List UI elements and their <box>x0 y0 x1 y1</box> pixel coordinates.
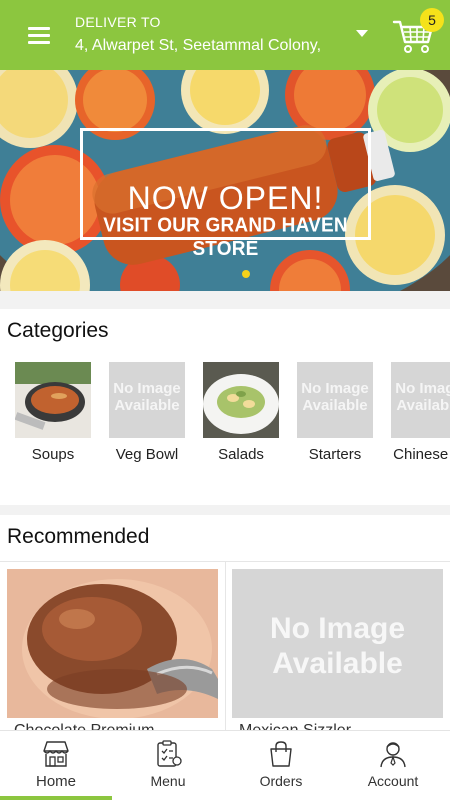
no-image-text: No Image Available <box>301 380 369 414</box>
banner-subtitle: VISIT OUR GRAND HAVEN STORE <box>103 214 348 261</box>
category-label: Salads <box>218 446 264 463</box>
nav-home[interactable]: Home <box>0 731 112 800</box>
shopping-bag-icon <box>270 741 292 767</box>
delivery-address-selector[interactable]: DELIVER TO 4, Alwarpet St, Seetammal Col… <box>75 13 365 57</box>
cart-count-badge: 5 <box>420 8 444 32</box>
top-app-bar: DELIVER TO 4, Alwarpet St, Seetammal Col… <box>0 0 450 70</box>
banner-dot-active[interactable] <box>242 270 250 278</box>
nav-active-indicator <box>0 796 112 800</box>
no-image-placeholder: No Image Available <box>391 362 450 438</box>
categories-heading: Categories <box>7 319 109 342</box>
no-image-placeholder: No Image Available <box>109 362 185 438</box>
category-label: Chinese M <box>393 446 450 463</box>
no-image-text: No Image Available <box>113 380 181 414</box>
recommended-heading: Recommended <box>7 525 150 548</box>
nav-account[interactable]: Account <box>337 731 449 800</box>
banner-title: NOW OPEN! <box>127 180 324 216</box>
user-icon <box>380 742 406 768</box>
categories-carousel[interactable]: Soups No Image Available Veg Bowl Salads… <box>0 362 450 472</box>
soup-image <box>15 362 91 438</box>
nav-menu[interactable]: Menu <box>112 731 224 800</box>
hamburger-menu-icon[interactable] <box>22 23 58 49</box>
no-image-placeholder: No Image Available <box>297 362 373 438</box>
store-icon <box>43 741 69 767</box>
address-dropdown-icon[interactable] <box>356 30 368 37</box>
category-label: Starters <box>308 446 362 463</box>
delivery-address: 4, Alwarpet St, Seetammal Colony, <box>75 37 322 54</box>
no-image-text: No Image Available <box>269 612 406 680</box>
menu-list-icon <box>157 740 182 767</box>
ice-cream-image <box>7 569 218 718</box>
category-soups[interactable]: Soups <box>6 362 100 463</box>
section-divider <box>0 291 450 309</box>
category-label: Veg Bowl <box>115 446 179 463</box>
recommended-item-sizzler[interactable]: No Image Available Mexican Sizzler <box>225 562 450 732</box>
category-chinese[interactable]: No Image Available Chinese M <box>382 362 450 463</box>
salad-image <box>203 362 279 438</box>
section-divider <box>0 505 450 515</box>
bottom-navigation: Home Menu Orders Account <box>0 730 450 800</box>
nav-orders[interactable]: Orders <box>225 731 337 800</box>
nav-label: Home <box>35 773 76 790</box>
banner-pagination <box>242 265 250 283</box>
no-image-placeholder: No Image Available <box>232 569 443 718</box>
promo-banner[interactable]: NOW OPEN! VISIT OUR GRAND HAVEN STORE <box>0 70 450 291</box>
nav-label: Menu <box>150 773 186 789</box>
category-starters[interactable]: No Image Available Starters <box>288 362 382 463</box>
category-label: Soups <box>31 446 75 463</box>
category-salads[interactable]: Salads <box>194 362 288 463</box>
nav-label: Account <box>367 773 419 789</box>
deliver-to-label: DELIVER TO <box>75 14 161 30</box>
recommended-item-chocolate[interactable]: Chocolate Premium <box>0 562 225 732</box>
no-image-text: No Image Available <box>395 380 450 414</box>
category-veg-bowl[interactable]: No Image Available Veg Bowl <box>100 362 194 463</box>
nav-label: Orders <box>259 773 303 789</box>
